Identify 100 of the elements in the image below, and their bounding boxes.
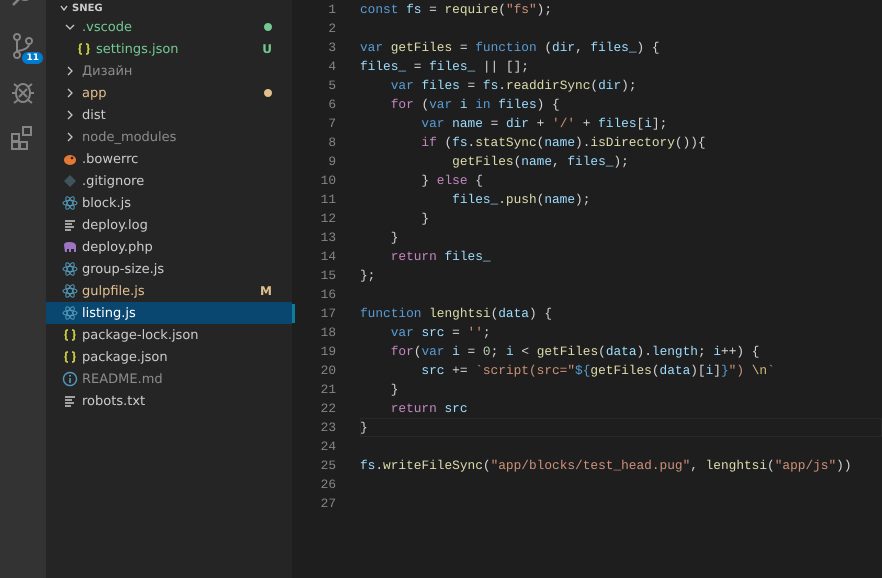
folder-item[interactable]: node_modules [46,126,292,148]
line-number: 8 [327,135,337,150]
line-number: 19 [320,344,337,359]
file-item[interactable]: block.js [46,192,292,214]
line-number: 5 [327,78,337,93]
line-number: 26 [320,477,337,492]
line-number: 9 [327,154,337,169]
braces-icon [62,327,78,343]
folder-item[interactable]: .vscode [46,16,292,38]
line-number: 13 [320,230,337,245]
code-line: return files_ [390,249,491,264]
file-item[interactable]: robots.txt [46,390,292,412]
code-line: var getFiles = function (dir, files_) { [360,40,660,55]
line-number: 14 [320,249,337,264]
code-line: } [390,230,398,245]
file-name: package-lock.json [82,328,200,342]
code-line: } else { [420,173,483,188]
braces-icon [76,41,92,57]
line-number: 11 [320,192,337,207]
file-name: .gitignore [82,174,146,188]
code-line: if (fs.statSync(name).isDirectory()){ [420,135,706,150]
file-item[interactable]: README.md [46,368,292,390]
file-name: app [82,86,108,100]
line-number: 6 [327,97,337,112]
line-number: 12 [320,211,337,226]
code-line: const fs = require("fs"); [360,2,552,17]
code-line: for(var i = 0; i < getFiles(data).length; i++) { [390,344,760,359]
line-number: 3 [327,40,337,55]
code-line: function lenghtsi(data) { [360,306,552,321]
file-item[interactable]: deploy.log [46,214,292,236]
file-name: listing.js [82,306,137,320]
file-name: block.js [82,196,132,210]
line-number: 24 [320,439,337,454]
folder-item[interactable]: app [46,82,292,104]
line-number: 23 [320,420,337,435]
atom-icon [62,283,78,299]
folder-item[interactable]: Дизайн [46,60,292,82]
file-item[interactable]: listing.js [46,302,292,324]
file-name: robots.txt [82,394,146,408]
file-item[interactable]: deploy.php [46,236,292,258]
file-name: .bowerrc [82,152,140,166]
line-number: 21 [320,382,337,397]
file-name: gulpfile.js [82,284,146,298]
file-name: settings.json [96,42,180,56]
code-line: for (var i in files) { [390,97,560,112]
code-line: fs.writeFileSync("app/blocks/test_head.pug", lenghtsi("app/js")) [360,458,852,473]
count-badge: 11 [22,52,43,64]
line-number: 7 [327,116,337,131]
file-name: dist [82,108,107,122]
line-number: 4 [327,59,337,74]
file-name: group-size.js [82,262,166,276]
line-number: 25 [320,458,337,473]
info-icon [62,371,78,387]
code-line: src += `script(src="${getFiles(data)[i]}") \n` [420,363,775,378]
file-name: package.json [82,350,169,364]
code-line: return src [390,401,468,416]
code-line: } [420,211,430,226]
file-item[interactable]: .gitignore [46,170,292,192]
code-line: var files = fs.readdirSync(dir); [390,78,637,93]
chevron-icon [60,4,68,12]
line-number: 27 [320,496,337,511]
atom-icon [62,195,78,211]
file-name: deploy.log [82,218,149,232]
file-item[interactable]: group-size.js [46,258,292,280]
file-name: deploy.php [82,240,154,254]
line-number: 16 [320,287,337,302]
code-line: var src = ''; [390,325,491,340]
line-number: 18 [320,325,337,340]
file-name: README.md [82,372,164,386]
code-line: files_.push(name); [451,192,590,207]
code-line: getFiles(name, files_); [451,154,629,169]
atom-icon [62,305,78,321]
file-item[interactable]: package-lock.json [46,324,292,346]
line-number: 2 [327,21,337,36]
folder-title: SNEG [72,2,103,14]
code-line: } [360,420,368,435]
file-name: Дизайн [82,64,134,78]
code-line: }; [360,268,376,283]
code-line: } [390,382,398,397]
code-line: files_ = files_ || []; [360,59,529,74]
file-item[interactable]: gulpfile.js M [46,280,292,302]
git-status-letter: M [260,284,272,298]
file-item[interactable]: .bowerrc [46,148,292,170]
line-number: 15 [320,268,337,283]
git-status-letter: U [262,42,272,56]
line-number: 10 [320,173,337,188]
braces-icon [62,349,78,365]
file-item[interactable]: settings.json U [46,38,292,60]
line-number: 17 [320,306,337,321]
line-number: 22 [320,401,337,416]
elephant-icon [62,239,78,255]
file-item[interactable]: package.json [46,346,292,368]
line-number: 20 [320,363,337,378]
code-line: var name = dir + '/' + files[i]; [420,116,668,131]
atom-icon [62,261,78,277]
line-number: 1 [327,2,337,17]
file-name: node_modules [82,130,178,144]
file-name: .vscode [82,20,133,34]
diamond-icon [62,173,78,189]
folder-item[interactable]: dist [46,104,292,126]
